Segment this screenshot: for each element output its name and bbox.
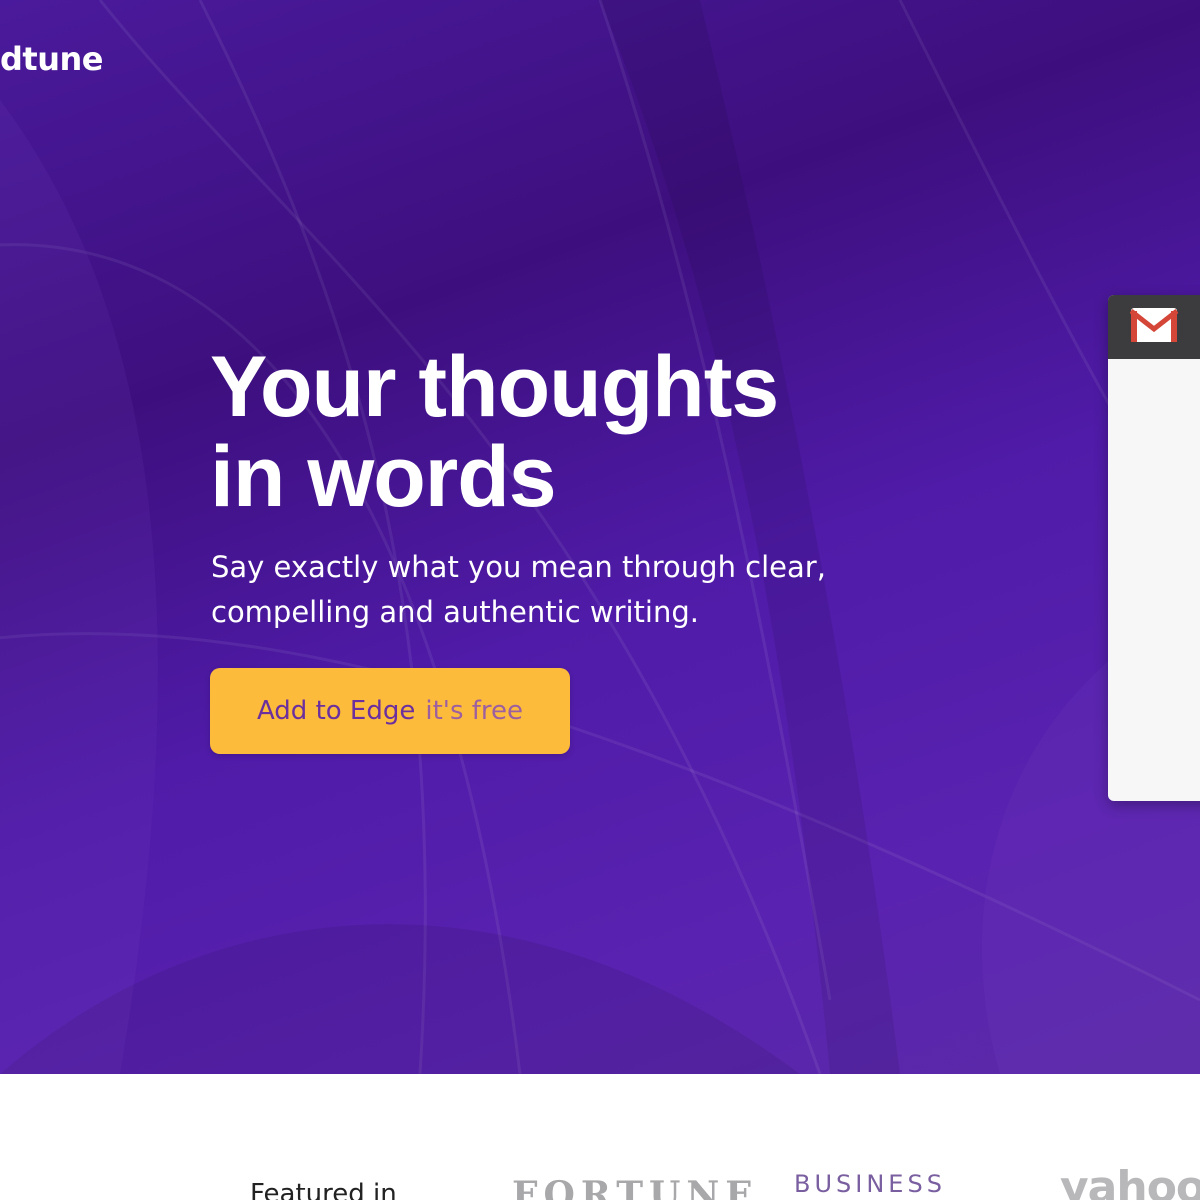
add-to-edge-button[interactable]: Add to Edge it's free — [210, 668, 570, 754]
email-preview-panel — [1108, 295, 1200, 801]
cta-sub-label: it's free — [425, 696, 524, 726]
site-logo[interactable]: dtune — [0, 40, 103, 78]
hero-headline: Your thoughts in words — [210, 342, 970, 522]
featured-in-section: Featured in FORTUNE BUSINESS yahoo — [0, 1074, 1200, 1200]
gmail-icon — [1129, 307, 1179, 347]
cta-main-label: Add to Edge — [256, 696, 416, 726]
email-panel-header — [1108, 295, 1200, 359]
leaf-background — [0, 0, 1200, 1074]
hero-section: dtune Your thoughts in words Say exactly… — [0, 0, 1200, 1074]
headline-line-2: in words — [210, 429, 557, 525]
featured-in-label: Featured in — [250, 1179, 397, 1200]
subtext-line-2: compelling and authentic writing. — [211, 595, 699, 629]
yahoo-logo: yahoo — [1060, 1162, 1200, 1200]
hero-subtext: Say exactly what you mean through clear,… — [211, 545, 931, 635]
fortune-logo: FORTUNE — [512, 1174, 759, 1200]
subtext-line-1: Say exactly what you mean through clear, — [211, 550, 826, 584]
business-insider-logo: BUSINESS — [794, 1170, 946, 1198]
headline-line-1: Your thoughts — [210, 339, 779, 435]
